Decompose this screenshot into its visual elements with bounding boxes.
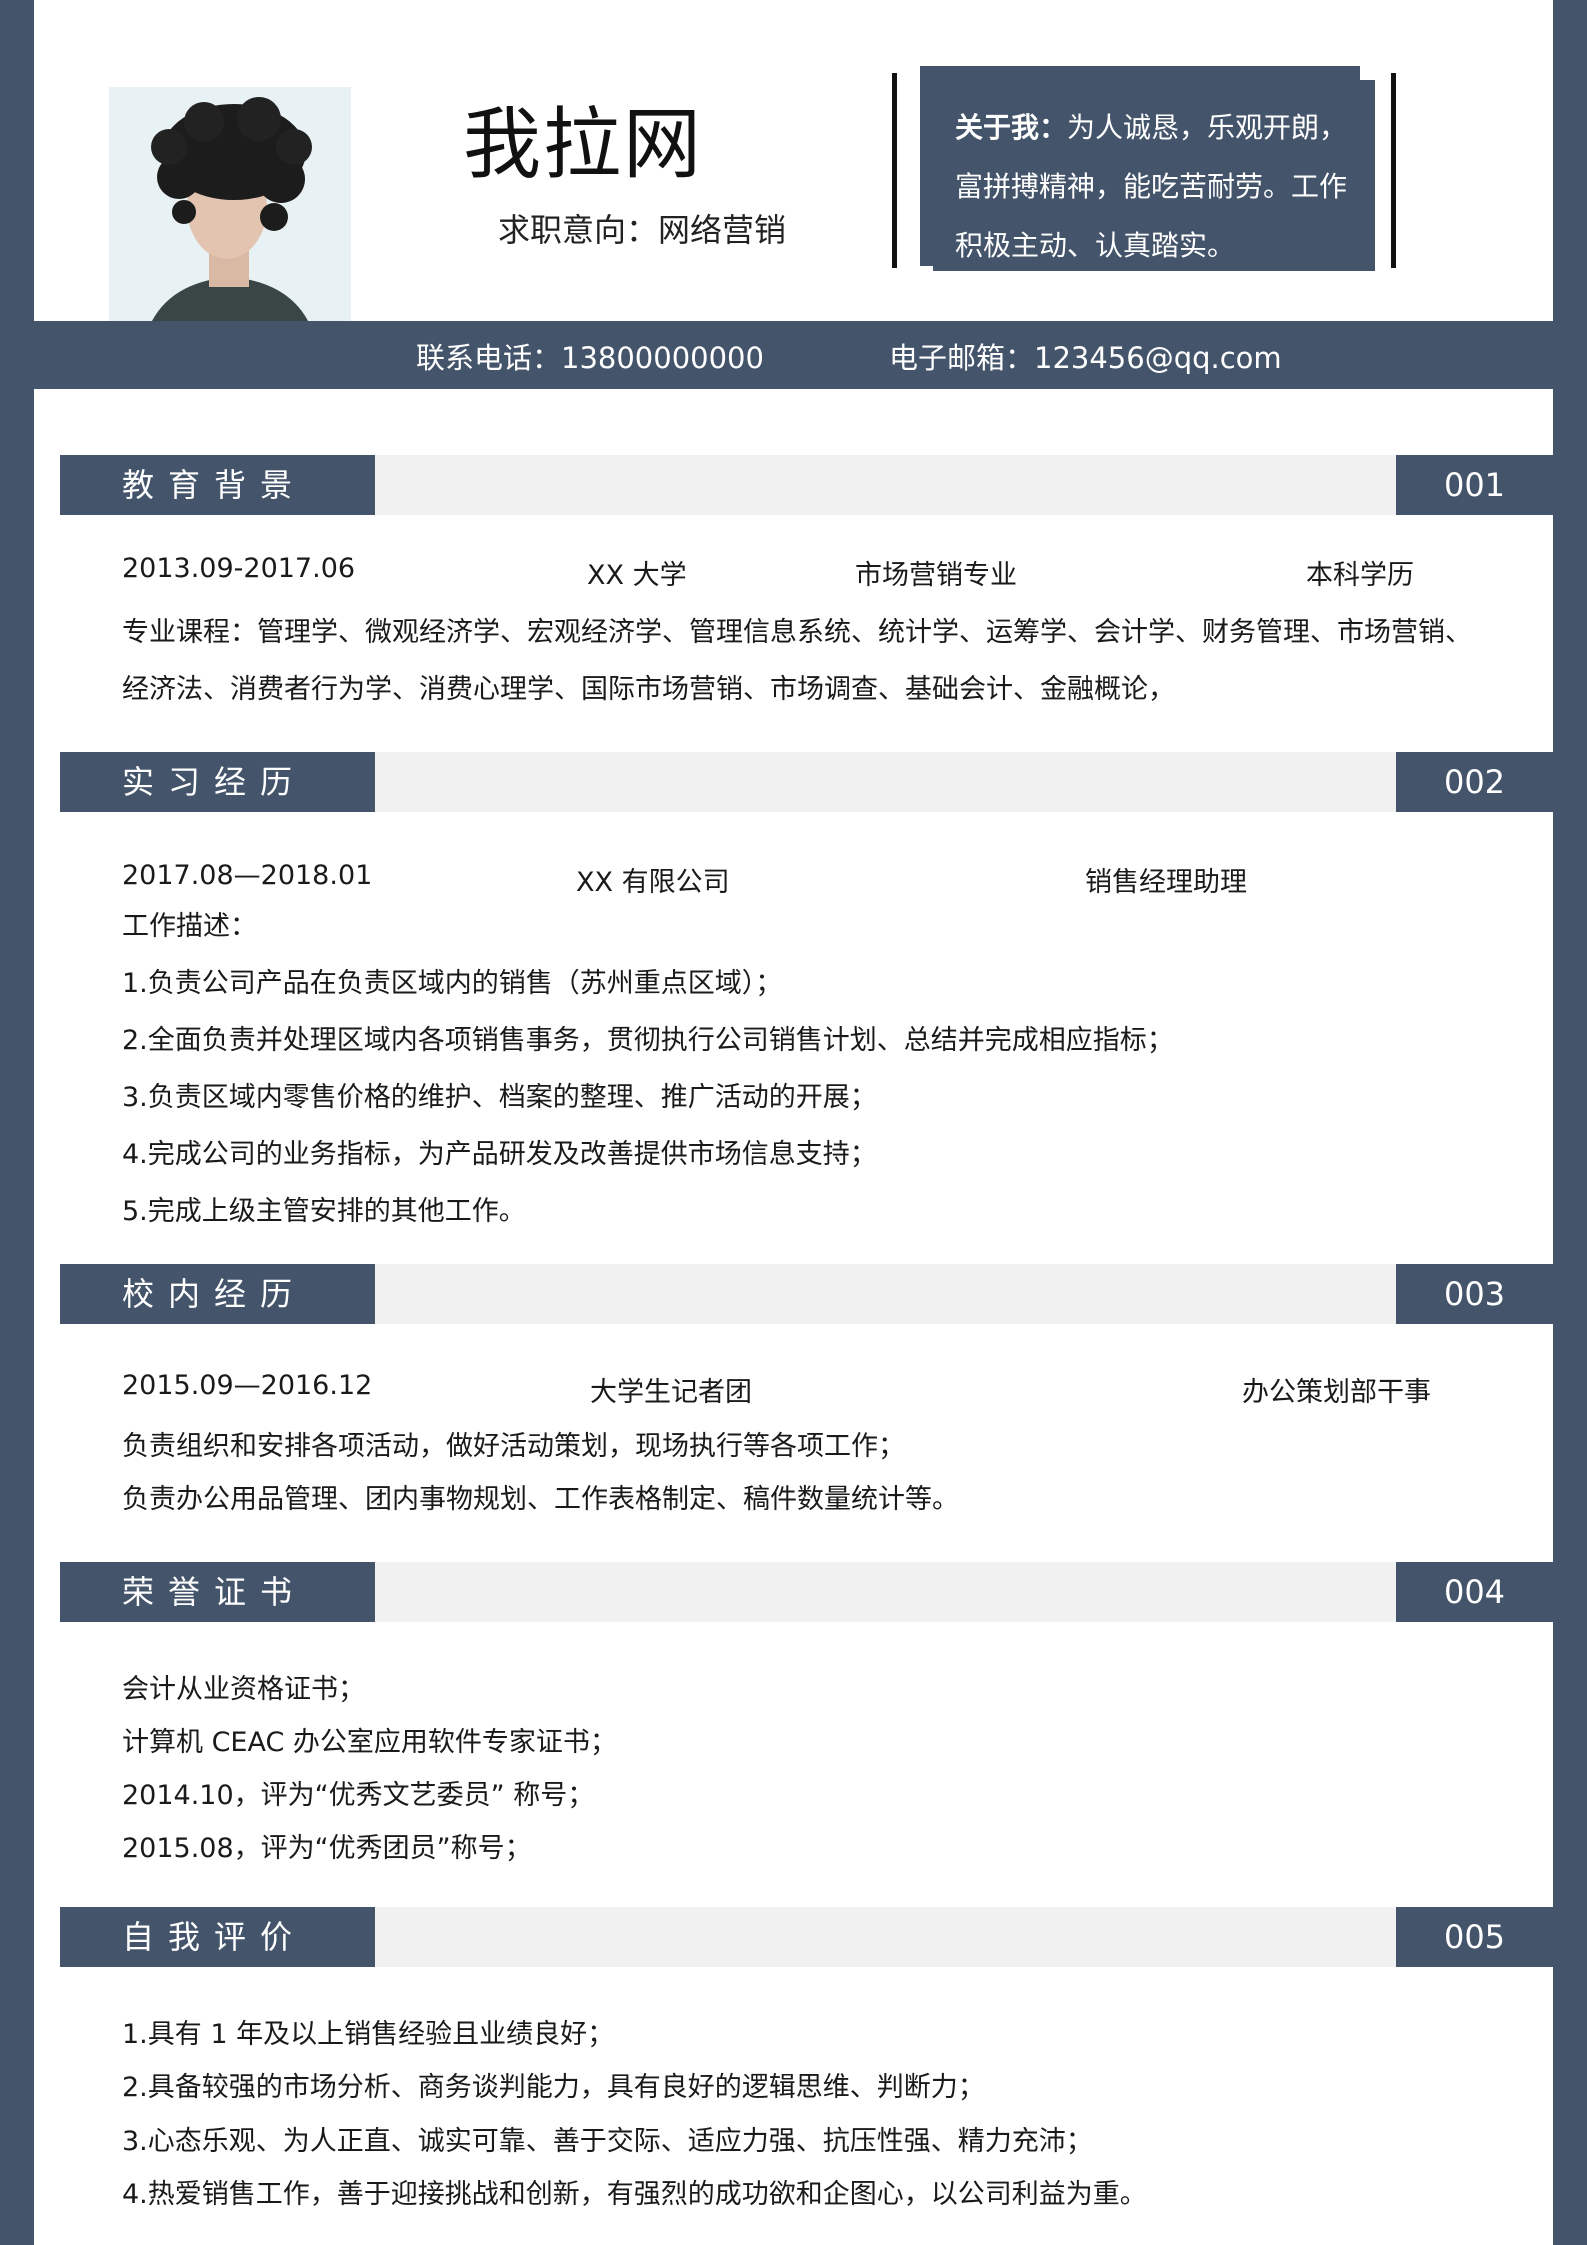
section-title-internship: 实习经历 (60, 752, 375, 812)
about-left-bar (892, 73, 897, 268)
campus-role: 办公策划部干事 (1242, 1377, 1431, 1408)
contact-bar: 联系电话：13800000000 电子邮箱：123456@qq.com (34, 321, 1553, 389)
about-right-bar (1391, 73, 1396, 268)
contact-phone: 联系电话：13800000000 (416, 341, 764, 375)
campus-org: 大学生记者团 (590, 1377, 752, 1408)
education-degree: 本科学历 (1306, 560, 1414, 591)
about-line: 富拼搏精神，能吃苦耐劳。工作 (955, 170, 1348, 203)
campus-period: 2015.09—2016.12 (122, 1370, 373, 1401)
left-border (0, 0, 34, 2245)
self-eval-item: 1.具有 1 年及以上销售经验且业绩良好； (122, 2019, 615, 2050)
honor-item: 2014.10，评为“优秀文艺委员” 称号； (122, 1780, 595, 1811)
section-number-campus: 003 (1396, 1264, 1553, 1324)
honor-item: 计算机 CEAC 办公室应用软件专家证书； (122, 1727, 617, 1758)
education-major: 市场营销专业 (855, 560, 1017, 591)
section-title-education: 教育背景 (60, 455, 375, 515)
self-eval-item: 2.具备较强的市场分析、商务谈判能力，具有良好的逻辑思维、判断力； (122, 2072, 985, 2103)
self-eval-item: 3.心态乐观、为人正直、诚实可靠、善于交际、适应力强、抗压性强、精力充沛； (122, 2126, 1093, 2157)
honor-item: 会计从业资格证书； (122, 1674, 365, 1705)
section-title-honors: 荣誉证书 (60, 1562, 375, 1622)
applicant-name: 我拉网 (463, 100, 704, 190)
section-number-honors: 004 (1396, 1562, 1553, 1622)
about-label: 关于我： (955, 111, 1068, 144)
education-period: 2013.09-2017.06 (122, 553, 356, 584)
self-eval-item: 4.热爱销售工作，善于迎接挑战和创新，有强烈的成功欲和企图心，以公司利益为重。 (122, 2179, 1147, 2210)
education-courses-line: 经济法、消费者行为学、消费心理学、国际市场营销、市场调查、基础会计、金融概论， (122, 674, 1175, 705)
internship-role: 销售经理助理 (1085, 867, 1247, 898)
job-intent: 求职意向：网络营销 (498, 211, 787, 249)
internship-item: 5.完成上级主管安排的其他工作。 (122, 1196, 526, 1227)
internship-item: 3.负责区域内零售价格的维护、档案的整理、推广活动的开展； (122, 1082, 877, 1113)
about-box: 关于我：为人诚恳，乐观开朗， 富拼搏精神，能吃苦耐劳。工作 积极主动、认真踏实。 (933, 80, 1375, 271)
profile-photo (109, 87, 351, 327)
internship-desc-label: 工作描述： (122, 911, 257, 942)
honor-item: 2015.08，评为“优秀团员”称号； (122, 1833, 532, 1864)
education-courses-line: 专业课程：管理学、微观经济学、宏观经济学、管理信息系统、统计学、运筹学、会计学、… (122, 617, 1472, 648)
section-number-self-eval: 005 (1396, 1907, 1553, 1967)
about-line: 积极主动、认真踏实。 (955, 229, 1236, 262)
campus-item: 负责组织和安排各项活动，做好活动策划，现场执行等各项工作； (122, 1431, 905, 1462)
contact-email: 电子邮箱：123456@qq.com (889, 341, 1282, 375)
campus-item: 负责办公用品管理、团内事物规划、工作表格制定、稿件数量统计等。 (122, 1484, 959, 1515)
section-title-self-eval: 自我评价 (60, 1907, 375, 1967)
section-title-campus: 校内经历 (60, 1264, 375, 1324)
internship-period: 2017.08—2018.01 (122, 860, 373, 891)
section-number-internship: 002 (1396, 752, 1553, 812)
about-line: 为人诚恳，乐观开朗， (1067, 111, 1348, 144)
section-number-education: 001 (1396, 455, 1553, 515)
internship-company: XX 有限公司 (576, 867, 730, 898)
right-border (1553, 0, 1587, 2245)
internship-item: 4.完成公司的业务指标，为产品研发及改善提供市场信息支持； (122, 1139, 877, 1170)
education-school: XX 大学 (587, 560, 687, 591)
internship-item: 1.负责公司产品在负责区域内的销售（苏州重点区域）； (122, 968, 783, 999)
internship-item: 2.全面负责并处理区域内各项销售事务，贯彻执行公司销售计划、总结并完成相应指标； (122, 1025, 1174, 1056)
